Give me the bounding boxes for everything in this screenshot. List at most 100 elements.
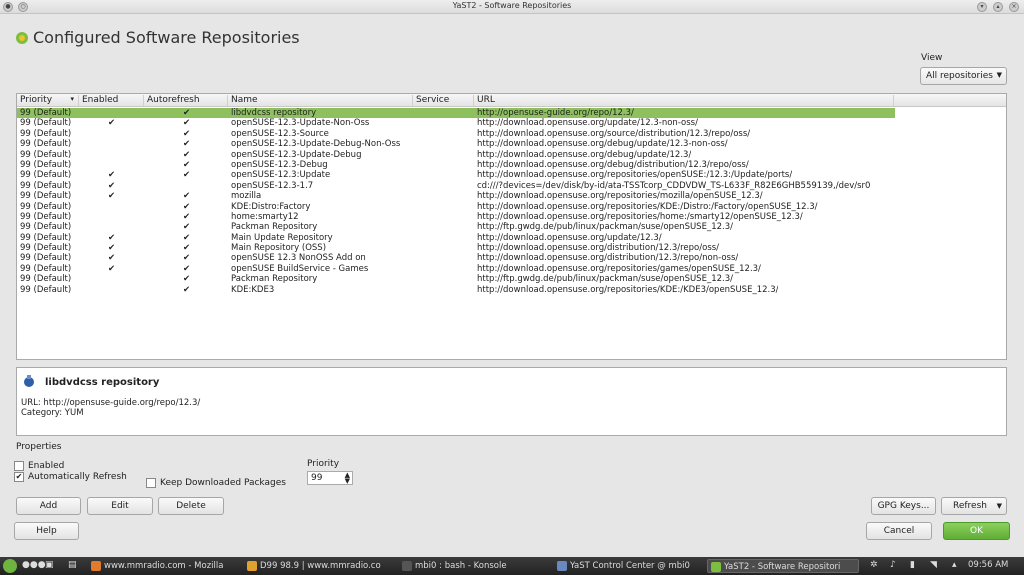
add-button[interactable]: Add [16, 497, 81, 515]
cell-priority: 99 (Default) [20, 253, 72, 264]
desktop-icon[interactable]: ▣ [45, 560, 54, 570]
network-icon[interactable]: ✲ [870, 560, 878, 570]
priority-value: 99 [311, 473, 323, 483]
taskbar-task[interactable]: YaST Control Center @ mbi0 [554, 559, 704, 573]
refresh-label: Refresh [953, 501, 987, 511]
cell-autorefresh: ✔ [183, 222, 191, 233]
row-selection-highlight [17, 108, 895, 119]
column-priority[interactable]: Priority ▾ [17, 95, 79, 106]
gpg-keys-button[interactable]: GPG Keys... [871, 497, 936, 515]
clock[interactable]: 09:56 AM [968, 560, 1008, 570]
column-name[interactable]: Name [228, 95, 413, 106]
table-row[interactable]: 99 (Default) ✔ ✔ openSUSE 12.3 NonOSS Add o… [17, 253, 1006, 263]
table-row[interactable]: 99 (Default) ✔ openSUSE-12.3-Update-Debug-… [17, 139, 1006, 149]
cell-url: http://download.opensuse.org/source/dist… [477, 128, 751, 139]
taskbar-task[interactable]: D99 98.9 | www.mmradio.co [244, 559, 394, 573]
autorefresh-checkbox[interactable]: ✔ [14, 472, 24, 482]
activity-icon[interactable]: ▤ [68, 560, 77, 570]
table-row[interactable]: 99 (Default) ✔ openSUSE-12.3-1.7 cd:///?dev… [17, 181, 1006, 191]
battery-icon[interactable]: ▮ [910, 560, 915, 570]
page-title: Configured Software Repositories [33, 28, 300, 47]
spin-arrows-icon[interactable]: ▲ ▼ [345, 472, 350, 485]
tray-arrow-icon[interactable]: ▴ [952, 560, 957, 570]
priority-spinbox[interactable]: 99 ▲ ▼ [307, 471, 353, 485]
wifi-icon[interactable]: ◥ [930, 560, 937, 570]
autorefresh-label: Automatically Refresh [28, 472, 127, 482]
table-header: Priority ▾ Enabled Autorefresh Name Servi… [17, 94, 1006, 107]
cell-url: http://download.opensuse.org/repositorie… [477, 263, 761, 274]
cell-name: openSUSE-12.3-Update-Debug-Non-Oss [231, 139, 401, 150]
table-row[interactable]: 99 (Default) ✔ Packman Repository http://ft… [17, 274, 1006, 284]
cell-autorefresh: ✔ [183, 253, 191, 264]
column-service[interactable]: Service [413, 95, 474, 106]
table-row[interactable]: 99 (Default) ✔ KDE:KDE3 http://download.ope… [17, 285, 1006, 295]
minimize-icon[interactable]: ▾ [977, 2, 987, 12]
table-row[interactable]: 99 (Default) ✔ Packman Repository http://ft… [17, 222, 1006, 232]
task-label: YaST2 - Software Repositori [724, 562, 841, 572]
pager-dots-icon[interactable]: ●●● [22, 560, 46, 570]
detail-title: libdvdcss repository [45, 377, 160, 388]
cell-autorefresh: ✔ [183, 211, 191, 222]
taskbar: ●●● ▣ ▤ www.mmradio.com - Mozilla D99 98.… [0, 557, 1024, 575]
keep-packages-checkbox[interactable] [146, 478, 156, 488]
repository-detail-pane: libdvdcss repository URL: http://opensus… [16, 367, 1007, 436]
cell-url: http://download.opensuse.org/repositorie… [477, 201, 818, 212]
cell-autorefresh: ✔ [183, 128, 191, 139]
detail-url: URL: http://opensuse-guide.org/repo/12.3… [21, 398, 201, 408]
cell-name: KDE:Distro:Factory [231, 201, 311, 212]
cell-url: http://download.opensuse.org/debug/distr… [477, 159, 749, 170]
table-row[interactable]: 99 (Default) ✔ ✔ mozilla http://download.ope… [17, 191, 1006, 201]
cancel-button[interactable]: Cancel [866, 522, 932, 540]
help-button[interactable]: Help [14, 522, 79, 540]
view-select[interactable]: All repositories ▼ [920, 67, 1007, 85]
table-row[interactable]: 99 (Default) ✔ home:smarty12 http://downloa… [17, 212, 1006, 222]
close-icon[interactable]: × [1009, 2, 1019, 12]
table-row[interactable]: 99 (Default) ✔ openSUSE-12.3-Source http://… [17, 129, 1006, 139]
table-row[interactable]: 99 (Default) ✔ openSUSE-12.3-Update-Debug h… [17, 150, 1006, 160]
cell-url: cd:///?devices=/dev/disk/by-id/ata-TSSTc… [477, 180, 871, 191]
table-row[interactable]: 99 (Default) ✔ ✔ openSUSE-12.3:Update http:/… [17, 170, 1006, 180]
column-autorefresh[interactable]: Autorefresh [144, 95, 228, 106]
enabled-checkbox[interactable] [14, 461, 24, 471]
volume-icon[interactable]: ♪ [890, 560, 896, 570]
edit-button[interactable]: Edit [87, 497, 153, 515]
delete-button[interactable]: Delete [158, 497, 224, 515]
table-row[interactable]: 99 (Default) ✔ KDE:Distro:Factory http://do… [17, 202, 1006, 212]
taskbar-task[interactable]: YaST2 - Software Repositori [707, 559, 859, 573]
cell-name: openSUSE BuildService - Games [231, 263, 369, 274]
table-row[interactable]: 99 (Default) ✔ ✔ openSUSE-12.3-Update-Non-O… [17, 118, 1006, 128]
column-enabled[interactable]: Enabled [79, 95, 144, 106]
cell-url: http://download.opensuse.org/repositorie… [477, 191, 763, 202]
table-row[interactable]: 99 (Default) ✔ ✔ openSUSE BuildService - Ga… [17, 264, 1006, 274]
cell-priority: 99 (Default) [20, 180, 72, 191]
maximize-icon[interactable]: ▴ [993, 2, 1003, 12]
ok-button[interactable]: OK [943, 522, 1010, 540]
taskbar-task[interactable]: www.mmradio.com - Mozilla [88, 559, 238, 573]
table-row[interactable]: 99 (Default) ✔ ✔ Main Repository (OSS) http:… [17, 243, 1006, 253]
refresh-button[interactable]: Refresh ▼ [941, 497, 1007, 515]
cell-autorefresh: ✔ [183, 232, 191, 243]
table-row[interactable]: 99 (Default) ✔ ✔ Main Update Repository http… [17, 233, 1006, 243]
cell-name: libdvdcss repository [231, 108, 317, 118]
cell-priority: 99 (Default) [20, 284, 72, 295]
taskbar-task[interactable]: mbi0 : bash - Konsole [399, 559, 549, 573]
cell-name: openSUSE-12.3:Update [231, 170, 331, 181]
cell-url: http://download.opensuse.org/update/12.3… [477, 232, 662, 243]
cell-priority: 99 (Default) [20, 222, 72, 233]
view-select-value: All repositories [926, 71, 993, 81]
repositories-table[interactable]: Priority ▾ Enabled Autorefresh Name Servi… [16, 93, 1007, 360]
task-label: www.mmradio.com - Mozilla [104, 561, 224, 571]
start-menu-icon[interactable] [3, 559, 17, 573]
sort-chevron-icon: ▾ [70, 95, 74, 103]
table-row[interactable]: 99 (Default) ✔ openSUSE-12.3-Debug http://d… [17, 160, 1006, 170]
cell-name: openSUSE-12.3-Debug [231, 159, 328, 170]
chevron-down-icon: ▼ [996, 502, 1002, 510]
window-titlebar[interactable]: ● ○ YaST2 - Software Repositories ▾ ▴ × [0, 0, 1024, 14]
cell-name: home:smarty12 [231, 211, 299, 222]
cell-priority: 99 (Default) [20, 118, 72, 129]
cell-autorefresh: ✔ [183, 139, 191, 150]
keep-packages-label: Keep Downloaded Packages [160, 478, 286, 488]
cell-url: http://download.opensuse.org/debug/updat… [477, 149, 692, 160]
column-url[interactable]: URL [474, 95, 894, 106]
table-row[interactable]: 99 (Default) ✔ libdvdcss repository http://… [17, 108, 1006, 119]
